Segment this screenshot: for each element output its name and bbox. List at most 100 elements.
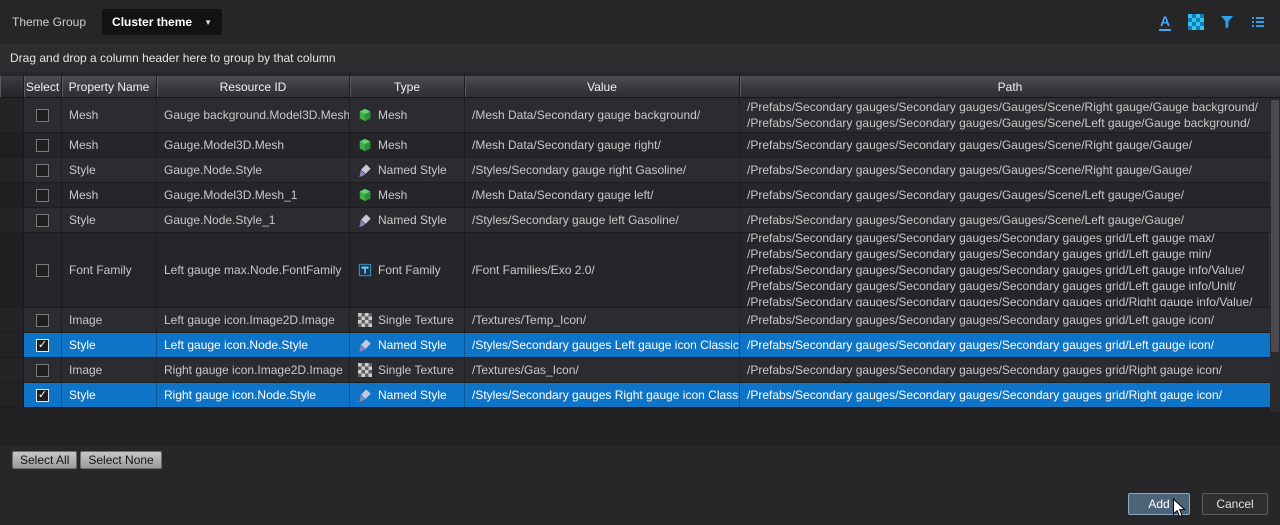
property-name-cell: Image: [62, 308, 157, 332]
path-line: /Prefabs/Secondary gauges/Secondary gaug…: [747, 338, 1214, 352]
property-name-cell: Style: [62, 208, 157, 232]
path-line: /Prefabs/Secondary gauges/Secondary gaug…: [747, 295, 1253, 307]
row-gutter: [0, 358, 24, 382]
column-header-property-name[interactable]: Property Name: [62, 76, 157, 97]
resource-id-cell: Left gauge icon.Image2D.Image: [157, 308, 350, 332]
path-line: /Prefabs/Secondary gauges/Secondary gaug…: [747, 188, 1184, 202]
row-checkbox[interactable]: [36, 108, 49, 122]
texture-atlas-icon[interactable]: [1186, 12, 1206, 32]
row-checkbox[interactable]: [36, 163, 49, 177]
select-cell: [24, 158, 62, 182]
resource-id-cell: Gauge.Node.Style: [157, 158, 350, 182]
row-checkbox[interactable]: ✓: [36, 338, 49, 352]
table-row[interactable]: ✓ Style Right gauge icon.Node.Style Named S…: [0, 383, 1280, 408]
column-header-gutter: [0, 76, 24, 97]
table-row[interactable]: Image Left gauge icon.Image2D.Image Single…: [0, 308, 1280, 333]
table-row[interactable]: ✓ Style Left gauge icon.Node.Style Named St…: [0, 333, 1280, 358]
path-line: /Prefabs/Secondary gauges/Secondary gaug…: [747, 100, 1259, 114]
row-checkbox[interactable]: [36, 138, 49, 152]
dialog-buttons: Add Cancel: [1128, 493, 1268, 515]
path-line: /Prefabs/Secondary gauges/Secondary gaug…: [747, 163, 1192, 177]
row-gutter: [0, 183, 24, 207]
row-checkbox[interactable]: [36, 263, 49, 277]
select-cell: ✓: [24, 333, 62, 357]
row-checkbox[interactable]: [36, 363, 49, 377]
add-button[interactable]: Add: [1128, 493, 1190, 515]
value-cell: /Styles/Secondary gauge left Gasoline/: [465, 208, 740, 232]
table-row[interactable]: Mesh Gauge background.Model3D.Mesh Mesh/Me…: [0, 98, 1280, 133]
path-cell: /Prefabs/Secondary gauges/Secondary gaug…: [740, 158, 1280, 182]
table-row[interactable]: Style Gauge.Node.Style Named Style/Styles/…: [0, 158, 1280, 183]
path-cell: /Prefabs/Secondary gauges/Secondary gaug…: [740, 98, 1280, 132]
type-label: Named Style: [378, 163, 447, 177]
property-name-cell: Style: [62, 158, 157, 182]
path-line: /Prefabs/Secondary gauges/Secondary gaug…: [747, 116, 1251, 130]
value-cell: /Mesh Data/Secondary gauge left/: [465, 183, 740, 207]
column-header-select[interactable]: Select: [24, 76, 62, 97]
value-cell: /Mesh Data/Secondary gauge background/: [465, 98, 740, 132]
row-gutter: [0, 98, 24, 132]
select-all-button[interactable]: Select All: [12, 451, 78, 469]
type-cell: Mesh: [350, 133, 465, 157]
column-header-resource-id[interactable]: Resource ID: [157, 76, 350, 97]
resource-id-cell: Left gauge icon.Node.Style: [157, 333, 350, 357]
path-line: /Prefabs/Secondary gauges/Secondary gaug…: [747, 233, 1215, 245]
type-label: Single Texture: [378, 313, 454, 327]
table-row[interactable]: Font Family Left gauge max.Node.FontFamil…: [0, 233, 1280, 308]
filter-icon[interactable]: [1217, 12, 1237, 32]
top-bar: Theme Group Cluster theme ▼ A: [0, 0, 1280, 44]
value-cell: /Styles/Secondary gauges Right gauge ico…: [465, 383, 740, 407]
group-by-hint: Drag and drop a column header here to gr…: [10, 51, 336, 65]
named-style-icon: [357, 163, 372, 178]
resource-id-cell: Right gauge icon.Node.Style: [157, 383, 350, 407]
path-line: /Prefabs/Secondary gauges/Secondary gaug…: [747, 247, 1212, 261]
column-header-type[interactable]: Type: [350, 76, 465, 97]
vertical-scrollbar[interactable]: [1270, 98, 1280, 412]
single-texture-icon: [357, 363, 372, 378]
select-none-button[interactable]: Select None: [80, 451, 162, 469]
table-row[interactable]: Style Gauge.Node.Style_1 Named Style/Style…: [0, 208, 1280, 233]
named-style-icon: [357, 338, 372, 353]
property-name-cell: Mesh: [62, 183, 157, 207]
value-cell: /Textures/Temp_Icon/: [465, 308, 740, 332]
row-checkbox[interactable]: ✓: [36, 388, 49, 402]
column-header-value[interactable]: Value: [465, 76, 740, 97]
table-row[interactable]: Image Right gauge icon.Image2D.Image Singl…: [0, 358, 1280, 383]
cancel-button[interactable]: Cancel: [1202, 493, 1268, 515]
value-cell: /Mesh Data/Secondary gauge right/: [465, 133, 740, 157]
select-cell: [24, 233, 62, 307]
type-label: Named Style: [378, 338, 447, 352]
vertical-scrollbar-thumb[interactable]: [1271, 100, 1279, 352]
row-gutter: [0, 158, 24, 182]
property-name-cell: Mesh: [62, 98, 157, 132]
row-checkbox[interactable]: [36, 313, 49, 327]
row-gutter: [0, 208, 24, 232]
table-row[interactable]: Mesh Gauge.Model3D.Mesh Mesh/Mesh Data/Sec…: [0, 133, 1280, 158]
mesh-icon: [357, 108, 372, 123]
theme-group-dialog: Theme Group Cluster theme ▼ A Drag and d…: [0, 0, 1280, 518]
type-cell: Mesh: [350, 183, 465, 207]
select-cell: [24, 308, 62, 332]
table-row[interactable]: Mesh Gauge.Model3D.Mesh_1 Mesh/Mesh Data/S…: [0, 183, 1280, 208]
path-cell: /Prefabs/Secondary gauges/Secondary gaug…: [740, 333, 1280, 357]
group-by-bar[interactable]: Drag and drop a column header here to gr…: [0, 44, 1280, 72]
property-name-cell: Style: [62, 383, 157, 407]
font-color-icon[interactable]: A: [1155, 12, 1175, 32]
column-header-path[interactable]: Path: [740, 76, 1280, 97]
property-name-cell: Image: [62, 358, 157, 382]
row-gutter: [0, 308, 24, 332]
theme-dropdown[interactable]: Cluster theme ▼: [102, 9, 222, 35]
value-cell: /Font Families/Exo 2.0/: [465, 233, 740, 307]
list-view-icon[interactable]: [1248, 12, 1268, 32]
table-header: Select Property Name Resource ID Type Va…: [0, 76, 1280, 98]
type-label: Single Texture: [378, 363, 454, 377]
row-checkbox[interactable]: [36, 188, 49, 202]
select-cell: [24, 183, 62, 207]
type-label: Font Family: [378, 263, 441, 277]
type-label: Mesh: [378, 188, 408, 202]
type-cell: Font Family: [350, 233, 465, 307]
row-checkbox[interactable]: [36, 213, 49, 227]
value-cell: /Textures/Gas_Icon/: [465, 358, 740, 382]
property-name-cell: Style: [62, 333, 157, 357]
path-line: /Prefabs/Secondary gauges/Secondary gaug…: [747, 388, 1222, 402]
